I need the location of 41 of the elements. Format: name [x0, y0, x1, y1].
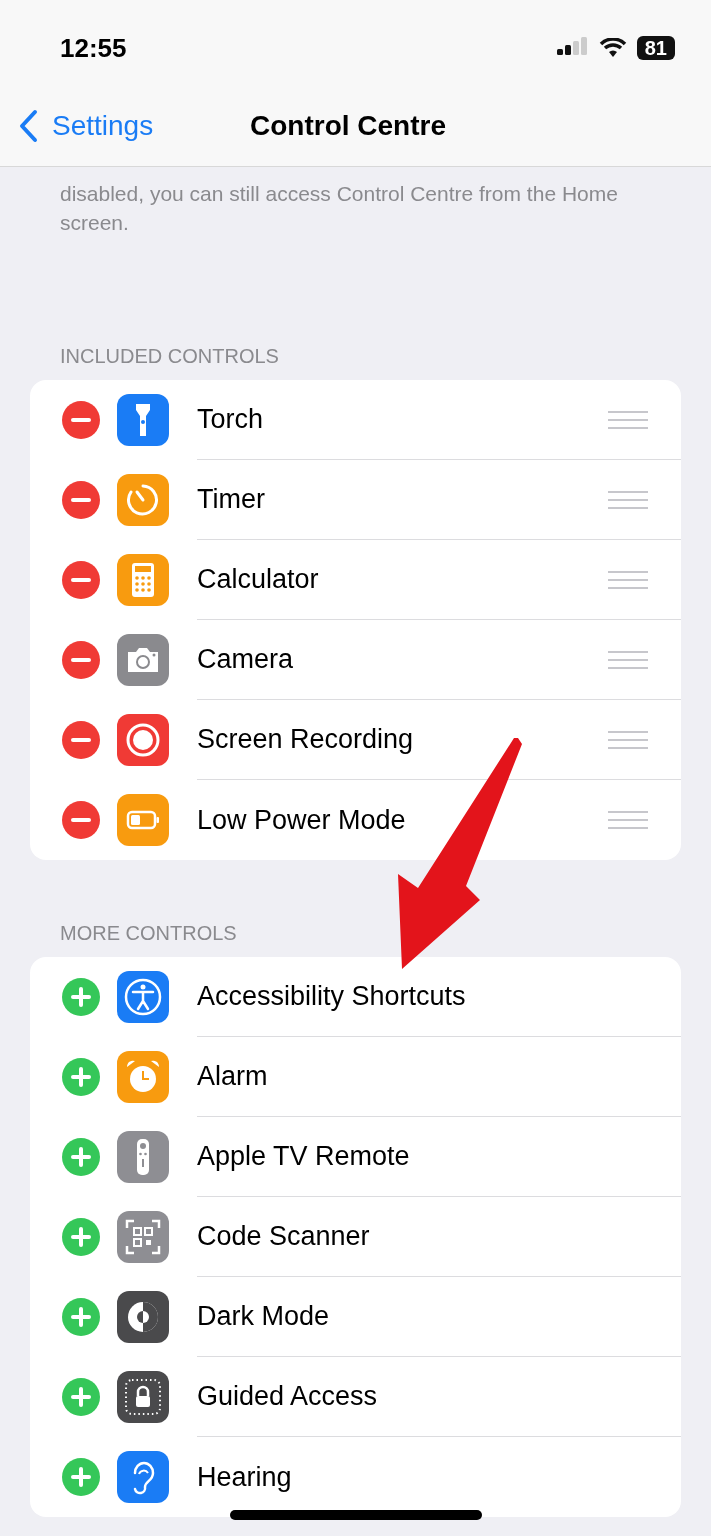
add-icon[interactable]	[61, 1457, 101, 1497]
remove-icon[interactable]	[61, 800, 101, 840]
control-name: Accessibility Shortcuts	[197, 981, 466, 1012]
drag-handle-icon[interactable]	[608, 409, 648, 430]
battery-indicator: 81	[636, 36, 675, 60]
add-icon[interactable]	[61, 977, 101, 1017]
add-icon[interactable]	[61, 1217, 101, 1257]
status-time: 12:55	[60, 32, 127, 64]
control-name: Screen Recording	[197, 724, 414, 755]
control-name: Camera	[197, 644, 294, 675]
control-name: Torch	[197, 404, 264, 435]
page-title: Control Centre	[250, 110, 446, 142]
remove-icon[interactable]	[61, 480, 101, 520]
control-name: Guided Access	[197, 1381, 378, 1412]
remove-icon[interactable]	[61, 400, 101, 440]
control-name: Code Scanner	[197, 1221, 370, 1252]
drag-handle-icon[interactable]	[608, 729, 648, 750]
chevron-left-icon	[18, 109, 38, 143]
add-icon[interactable]	[61, 1137, 101, 1177]
control-name: Timer	[197, 484, 265, 515]
control-name: Alarm	[197, 1061, 268, 1092]
drag-handle-icon[interactable]	[608, 489, 648, 510]
control-name: Calculator	[197, 564, 319, 595]
control-name: Dark Mode	[197, 1301, 330, 1332]
control-name: Hearing	[197, 1461, 292, 1493]
wifi-icon	[598, 38, 627, 58]
drag-handle-icon[interactable]	[608, 810, 648, 830]
control-name: Low Power Mode	[197, 804, 406, 836]
add-icon[interactable]	[61, 1297, 101, 1337]
control-name: Apple TV Remote	[197, 1141, 410, 1172]
add-icon[interactable]	[61, 1057, 101, 1097]
back-button[interactable]: Settings	[18, 109, 154, 143]
remove-icon[interactable]	[61, 640, 101, 680]
drag-handle-icon[interactable]	[608, 569, 648, 590]
remove-icon[interactable]	[61, 560, 101, 600]
remove-icon[interactable]	[61, 720, 101, 760]
description-text: disabled, you can still access Control Centre from the Home screen.	[60, 181, 619, 236]
section-header: MORE CONTROLS	[60, 922, 238, 945]
section-header: INCLUDED CONTROLS	[60, 345, 280, 368]
drag-handle-icon[interactable]	[608, 649, 648, 670]
add-icon[interactable]	[61, 1377, 101, 1417]
